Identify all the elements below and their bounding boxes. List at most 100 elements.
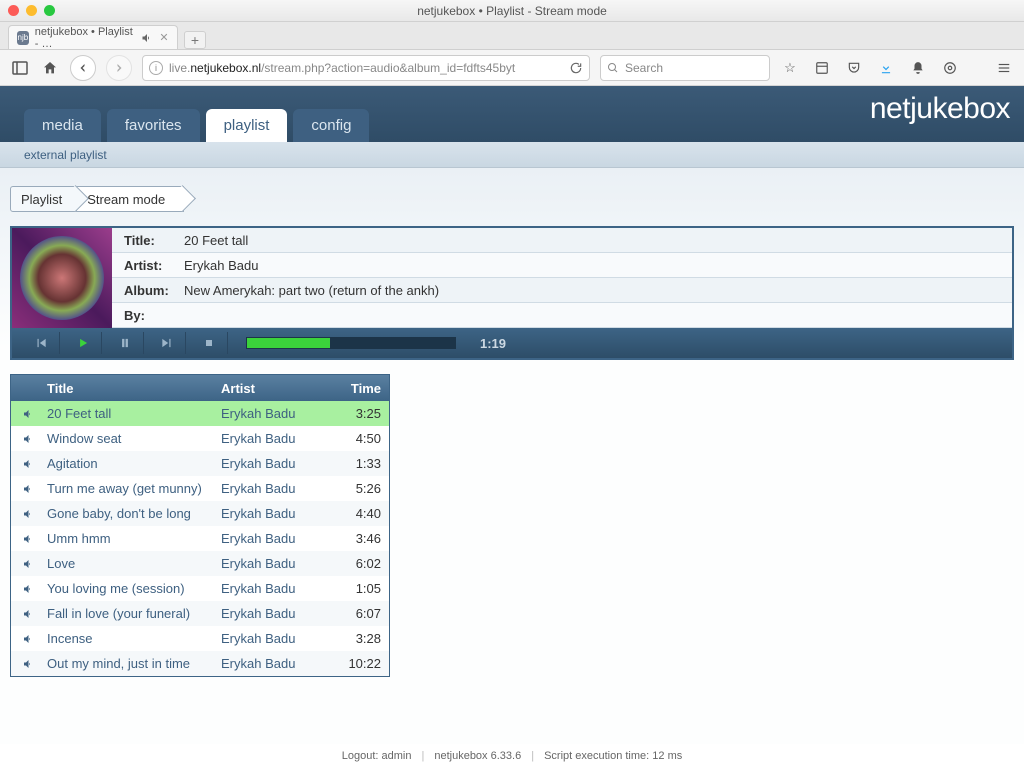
info-icon[interactable]: i: [149, 61, 163, 75]
track-artist[interactable]: Erykah Badu: [221, 656, 337, 671]
sound-icon: [11, 408, 45, 420]
breadcrumb-item[interactable]: Stream mode: [76, 186, 184, 212]
playlist-row[interactable]: Gone baby, don't be longErykah Badu4:40: [11, 501, 389, 526]
notifications-icon[interactable]: [908, 58, 928, 78]
progress-bar[interactable]: [246, 337, 456, 349]
col-header-time[interactable]: Time: [337, 381, 389, 396]
meta-label: By:: [124, 308, 184, 323]
track-artist[interactable]: Erykah Badu: [221, 506, 337, 521]
search-icon: [607, 62, 619, 74]
track-time: 6:02: [337, 556, 389, 571]
track-title[interactable]: Agitation: [45, 456, 221, 471]
next-track-button[interactable]: [148, 332, 186, 354]
back-button[interactable]: [70, 55, 96, 81]
sound-icon: [11, 458, 45, 470]
track-artist[interactable]: Erykah Badu: [221, 406, 337, 421]
sound-icon: [11, 633, 45, 645]
playlist-row[interactable]: AgitationErykah Badu1:33: [11, 451, 389, 476]
track-title[interactable]: Fall in love (your funeral): [45, 606, 221, 621]
stop-button[interactable]: [190, 332, 228, 354]
close-tab-icon[interactable]: ✕: [159, 32, 169, 44]
track-artist[interactable]: Erykah Badu: [221, 431, 337, 446]
prev-track-button[interactable]: [22, 332, 60, 354]
meta-label: Title:: [124, 233, 184, 248]
track-artist[interactable]: Erykah Badu: [221, 456, 337, 471]
tab-playlist[interactable]: playlist: [206, 109, 288, 142]
browser-tab-strip: njb netjukebox • Playlist - … ✕ +: [0, 22, 1024, 50]
album-art: [12, 228, 112, 328]
playlist-row[interactable]: Out my mind, just in timeErykah Badu10:2…: [11, 651, 389, 676]
bookmark-icon[interactable]: ☆: [780, 58, 800, 78]
playlist-row[interactable]: IncenseErykah Badu3:28: [11, 626, 389, 651]
new-tab-button[interactable]: +: [184, 31, 206, 49]
sound-icon[interactable]: [141, 31, 153, 45]
sound-icon: [11, 658, 45, 670]
window-title: netjukebox • Playlist - Stream mode: [0, 4, 1024, 18]
search-placeholder: Search: [625, 61, 663, 75]
library-icon[interactable]: [812, 58, 832, 78]
url-text: live.netjukebox.nl/stream.php?action=aud…: [169, 61, 515, 75]
track-title[interactable]: Incense: [45, 631, 221, 646]
meta-value: Erykah Badu: [184, 258, 258, 273]
search-bar[interactable]: Search: [600, 55, 770, 81]
track-time: 3:28: [337, 631, 389, 646]
playlist-row[interactable]: LoveErykah Badu6:02: [11, 551, 389, 576]
track-title[interactable]: Out my mind, just in time: [45, 656, 221, 671]
tab-media[interactable]: media: [24, 109, 101, 142]
track-title[interactable]: 20 Feet tall: [45, 406, 221, 421]
track-title[interactable]: Window seat: [45, 431, 221, 446]
url-bar[interactable]: i live.netjukebox.nl/stream.php?action=a…: [142, 55, 590, 81]
pocket-icon[interactable]: [844, 58, 864, 78]
sound-icon: [11, 608, 45, 620]
playlist-row[interactable]: Window seatErykah Badu4:50: [11, 426, 389, 451]
playlist-row[interactable]: Umm hmmErykah Badu3:46: [11, 526, 389, 551]
reload-icon[interactable]: [569, 61, 583, 75]
track-title[interactable]: You loving me (session): [45, 581, 221, 596]
sound-icon: [11, 433, 45, 445]
track-artist[interactable]: Erykah Badu: [221, 481, 337, 496]
download-icon[interactable]: [876, 58, 896, 78]
track-title[interactable]: Turn me away (get munny): [45, 481, 221, 496]
sidebar-toggle-icon[interactable]: [10, 58, 30, 78]
track-time: 4:40: [337, 506, 389, 521]
playlist-row[interactable]: 20 Feet tallErykah Badu3:25: [11, 401, 389, 426]
home-icon[interactable]: [40, 58, 60, 78]
logout-link[interactable]: Logout: admin: [342, 750, 412, 762]
track-artist[interactable]: Erykah Badu: [221, 581, 337, 596]
col-header-artist[interactable]: Artist: [221, 381, 337, 396]
play-button[interactable]: [64, 332, 102, 354]
track-title[interactable]: Umm hmm: [45, 531, 221, 546]
subnav-link[interactable]: external playlist: [0, 142, 1024, 168]
track-title[interactable]: Love: [45, 556, 221, 571]
breadcrumb-item[interactable]: Playlist: [10, 186, 77, 212]
player-controls: 1:19: [12, 328, 1012, 358]
tab-config[interactable]: config: [293, 109, 369, 142]
favicon: njb: [17, 31, 29, 45]
meta-row: Artist:Erykah Badu: [112, 253, 1012, 278]
app-header: netjukebox mediafavoritesplaylistconfig: [0, 86, 1024, 142]
sound-icon: [11, 483, 45, 495]
pause-button[interactable]: [106, 332, 144, 354]
meta-row: By:: [112, 303, 1012, 328]
playlist-row[interactable]: Fall in love (your funeral)Erykah Badu6:…: [11, 601, 389, 626]
sound-icon: [11, 508, 45, 520]
addon-icon[interactable]: [940, 58, 960, 78]
track-artist[interactable]: Erykah Badu: [221, 531, 337, 546]
playlist-row[interactable]: You loving me (session)Erykah Badu1:05: [11, 576, 389, 601]
version-link[interactable]: netjukebox 6.33.6: [434, 750, 521, 762]
track-time: 5:26: [337, 481, 389, 496]
forward-button[interactable]: [106, 55, 132, 81]
meta-row: Album:New Amerykah: part two (return of …: [112, 278, 1012, 303]
track-time: 3:25: [337, 406, 389, 421]
tab-favorites[interactable]: favorites: [107, 109, 200, 142]
track-artist[interactable]: Erykah Badu: [221, 556, 337, 571]
menu-icon[interactable]: [994, 58, 1014, 78]
track-time: 1:05: [337, 581, 389, 596]
meta-value: New Amerykah: part two (return of the an…: [184, 283, 439, 298]
track-title[interactable]: Gone baby, don't be long: [45, 506, 221, 521]
track-artist[interactable]: Erykah Badu: [221, 606, 337, 621]
track-artist[interactable]: Erykah Badu: [221, 631, 337, 646]
col-header-title[interactable]: Title: [45, 381, 221, 396]
browser-tab[interactable]: njb netjukebox • Playlist - … ✕: [8, 25, 178, 49]
playlist-row[interactable]: Turn me away (get munny)Erykah Badu5:26: [11, 476, 389, 501]
